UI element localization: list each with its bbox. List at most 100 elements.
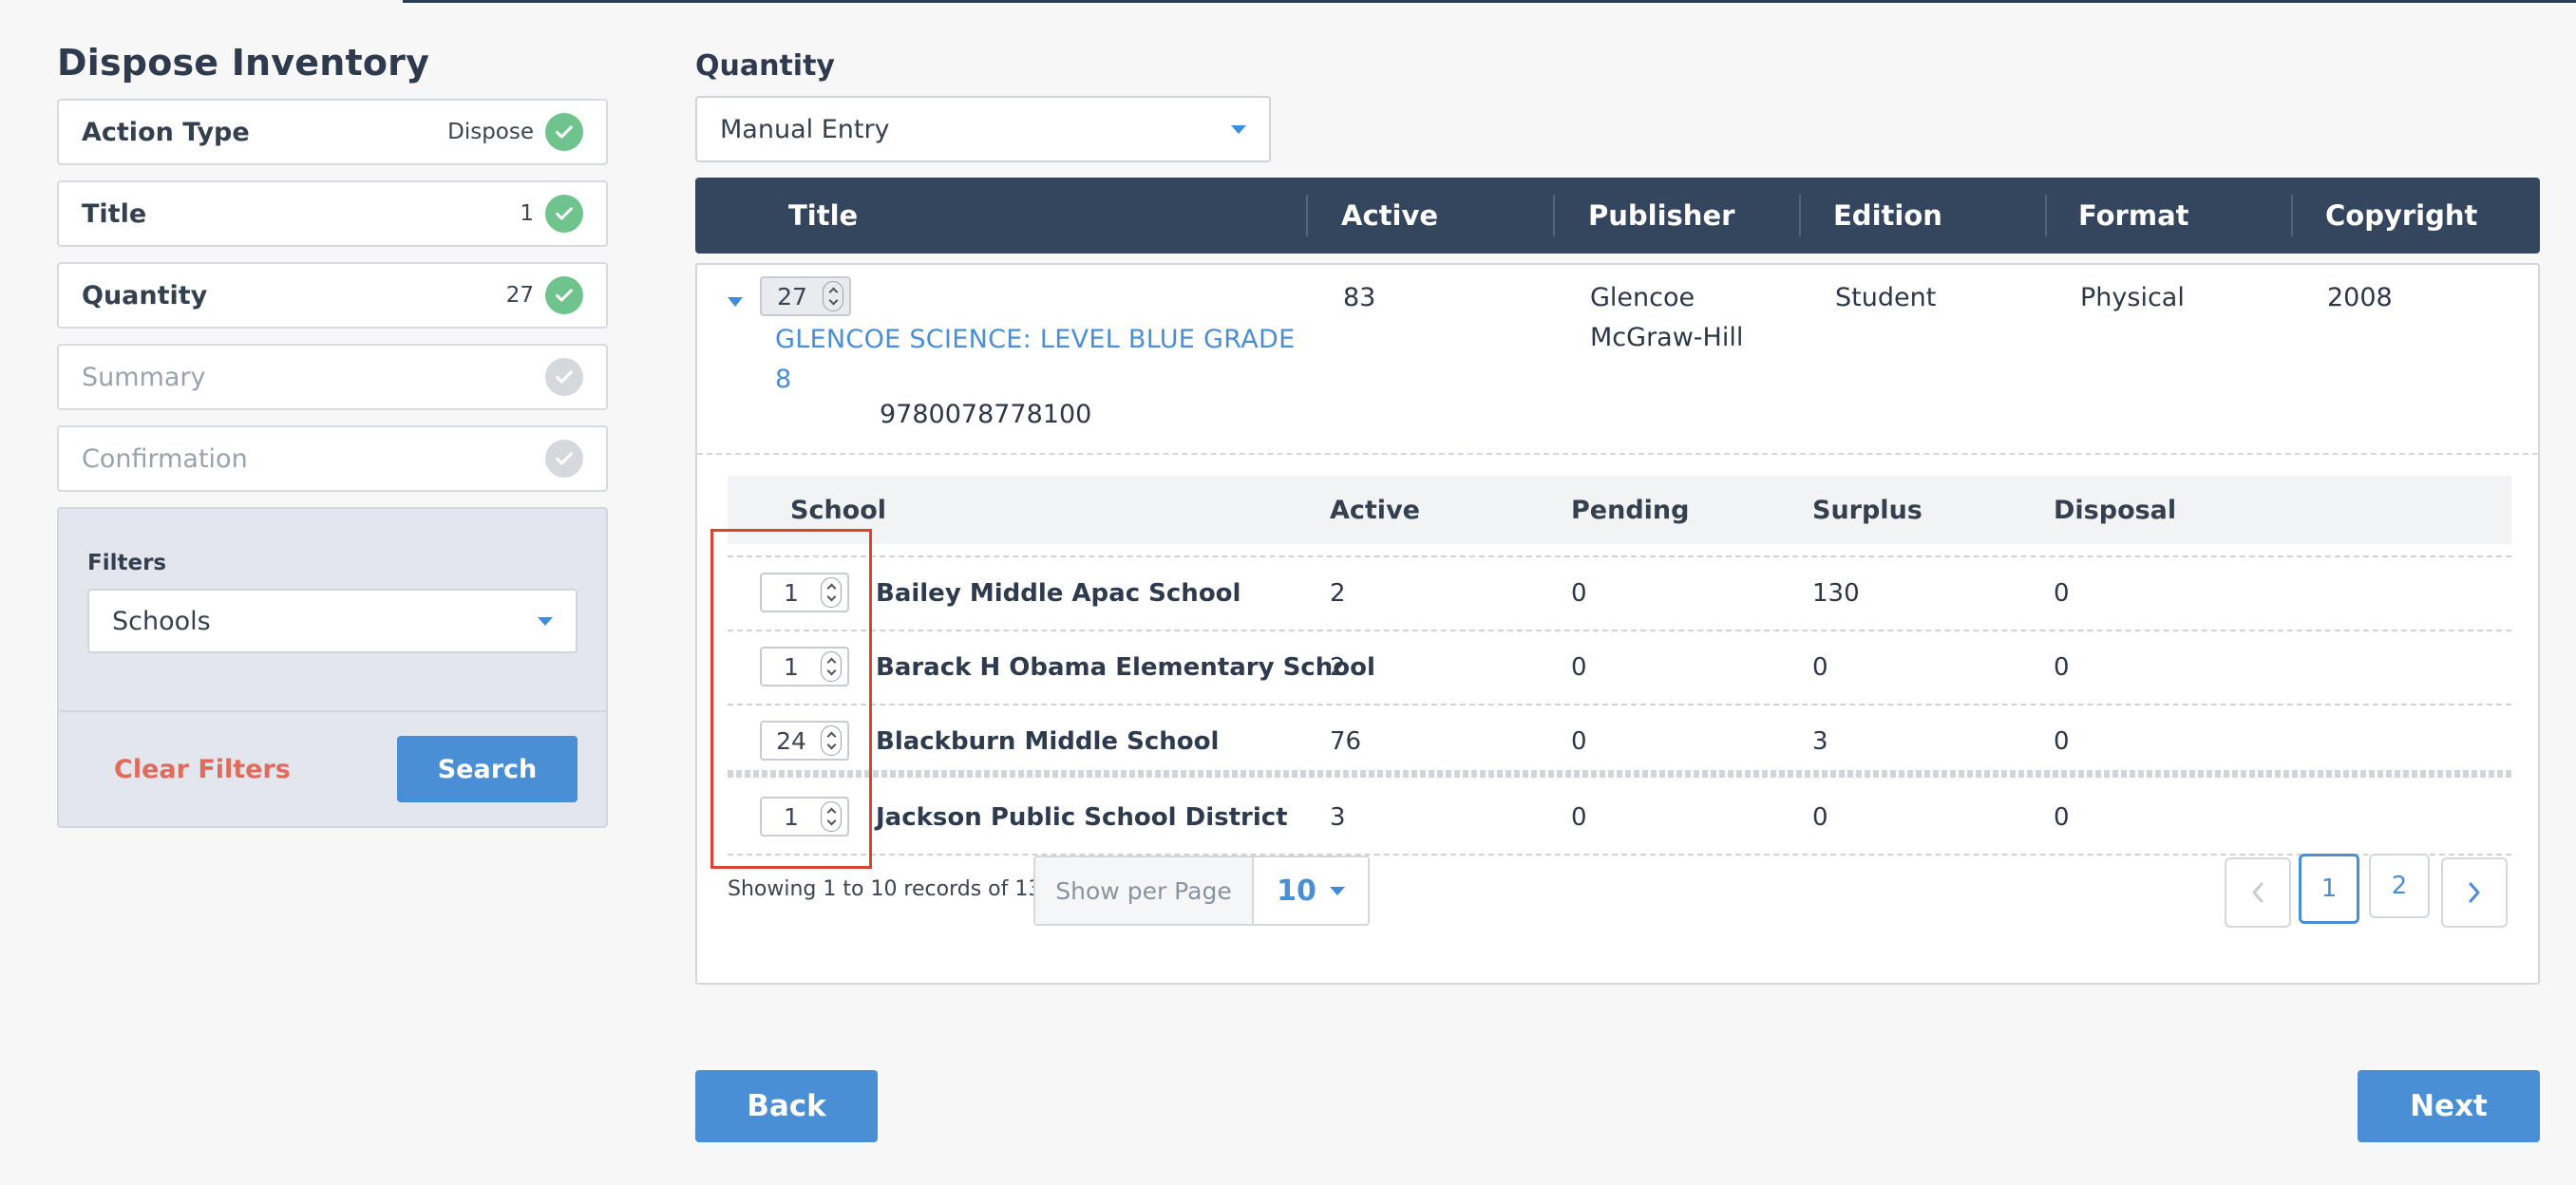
search-button[interactable]: Search xyxy=(397,736,578,802)
step-summary: Summary xyxy=(57,344,608,410)
school-surplus: 0 xyxy=(1812,803,1828,832)
filter-select[interactable]: Schools xyxy=(87,589,578,653)
col-header-edition[interactable]: Edition xyxy=(1833,178,1942,254)
school-active: 3 xyxy=(1330,803,1346,832)
caret-down-icon xyxy=(1231,124,1246,134)
back-button[interactable]: Back xyxy=(695,1070,878,1142)
page-button-2[interactable]: 2 xyxy=(2369,854,2430,918)
school-name: Blackburn Middle School xyxy=(876,727,1220,756)
title-table-body: 27 GLENCOE SCIENCE: LEVEL BLUE GRADE 8 9… xyxy=(695,263,2540,985)
highlight-box xyxy=(710,529,872,869)
row-divider xyxy=(728,770,2511,778)
title-edition: Student xyxy=(1835,283,1937,312)
title-publisher: Glencoe McGraw-Hill xyxy=(1590,283,1744,352)
prev-page-button[interactable] xyxy=(2225,857,2291,928)
quantity-mode-select[interactable]: Manual Entry xyxy=(695,96,1271,162)
school-active: 76 xyxy=(1330,727,1362,756)
col-separator xyxy=(2291,195,2293,236)
page-button-1[interactable]: 1 xyxy=(2299,854,2359,924)
check-icon xyxy=(545,276,583,314)
school-pending: 0 xyxy=(1571,579,1587,608)
sub-col-school: School xyxy=(790,495,887,525)
check-icon xyxy=(545,113,583,151)
col-header-active[interactable]: Active xyxy=(1341,178,1438,254)
school-surplus: 0 xyxy=(1812,653,1828,682)
col-header-copyright[interactable]: Copyright xyxy=(2325,178,2477,254)
expand-caret-icon[interactable] xyxy=(728,297,743,307)
step-value: 1 xyxy=(520,201,534,226)
quantity-label: Quantity xyxy=(695,49,835,83)
chevron-left-icon xyxy=(2252,882,2263,903)
clear-filters-link[interactable]: Clear Filters xyxy=(114,755,291,784)
school-disposal: 0 xyxy=(2054,653,2070,682)
sub-col-disposal: Disposal xyxy=(2054,495,2177,525)
step-value: Dispose xyxy=(447,120,534,144)
caret-down-icon xyxy=(1329,886,1345,895)
table-row: 27 GLENCOE SCIENCE: LEVEL BLUE GRADE 8 9… xyxy=(697,265,2538,455)
stepper-arrows-icon[interactable] xyxy=(823,281,843,311)
filter-select-value: Schools xyxy=(112,606,211,636)
title-format: Physical xyxy=(2080,283,2185,312)
school-disposal: 0 xyxy=(2054,803,2070,832)
table-header: Title Active Publisher Edition Format Co… xyxy=(695,178,2540,254)
sub-col-pending: Pending xyxy=(1571,495,1690,525)
quantity-mode-value: Manual Entry xyxy=(720,114,890,144)
sub-col-surplus: Surplus xyxy=(1812,495,1923,525)
col-separator xyxy=(1799,195,1801,236)
title-copyright: 2008 xyxy=(2327,283,2393,312)
col-separator xyxy=(1306,195,1308,236)
next-page-button[interactable] xyxy=(2441,857,2508,928)
school-surplus: 3 xyxy=(1812,727,1828,756)
step-label: Title xyxy=(82,198,147,229)
chevron-right-icon xyxy=(2469,882,2480,903)
per-page-selector[interactable]: Show per Page 10 xyxy=(1033,856,1370,926)
check-icon xyxy=(545,195,583,233)
school-disposal: 0 xyxy=(2054,727,2070,756)
school-surplus: 130 xyxy=(1812,579,1860,608)
table-row: 24 Blackburn Middle School 76 0 3 0 xyxy=(728,704,2511,778)
top-accent-bar xyxy=(403,0,2576,3)
title-active: 83 xyxy=(1343,283,1376,312)
table-row: 1 Barack H Obama Elementary School 2 0 0… xyxy=(728,630,2511,704)
school-pending: 0 xyxy=(1571,727,1587,756)
isbn: 9780078778100 xyxy=(880,400,1092,429)
step-action-type[interactable]: Action Type Dispose xyxy=(57,99,608,165)
filters-label: Filters xyxy=(87,551,167,575)
step-label: Quantity xyxy=(82,280,208,310)
step-value: 27 xyxy=(505,283,534,308)
sub-col-active: Active xyxy=(1330,495,1420,525)
school-active: 2 xyxy=(1330,579,1346,608)
main-content: Quantity Manual Entry Title Active Publi… xyxy=(695,49,2540,985)
book-title-link[interactable]: GLENCOE SCIENCE: LEVEL BLUE GRADE 8 xyxy=(775,320,1307,400)
step-label: Action Type xyxy=(82,117,250,147)
col-header-format[interactable]: Format xyxy=(2078,178,2189,254)
title-quantity-stepper[interactable]: 27 xyxy=(760,276,851,316)
col-separator xyxy=(1553,195,1555,236)
col-separator xyxy=(2045,195,2047,236)
check-icon xyxy=(545,440,583,478)
records-summary: Showing 1 to 10 records of 13 xyxy=(728,877,1042,901)
table-row: 1 Jackson Public School District 3 0 0 0 xyxy=(728,781,2511,856)
per-page-value: 10 xyxy=(1277,874,1316,908)
page-title: Dispose Inventory xyxy=(57,42,430,84)
caret-down-icon xyxy=(538,616,553,626)
step-confirmation: Confirmation xyxy=(57,425,608,492)
step-label: Confirmation xyxy=(82,443,248,474)
per-page-label: Show per Page xyxy=(1035,857,1254,924)
col-header-publisher[interactable]: Publisher xyxy=(1588,178,1734,254)
check-icon xyxy=(545,358,583,396)
per-page-value-dropdown[interactable]: 10 xyxy=(1254,857,1368,924)
stepper-value: 27 xyxy=(777,282,807,310)
col-header-title[interactable]: Title xyxy=(788,178,858,254)
next-button[interactable]: Next xyxy=(2358,1070,2540,1142)
school-name: Bailey Middle Apac School xyxy=(876,579,1241,608)
sidebar: Dispose Inventory Action Type Dispose Ti… xyxy=(57,42,608,828)
school-table-header: School Active Pending Surplus Disposal xyxy=(728,476,2511,544)
school-pending: 0 xyxy=(1571,803,1587,832)
school-name: Jackson Public School District xyxy=(876,803,1288,832)
school-pending: 0 xyxy=(1571,653,1587,682)
step-title[interactable]: Title 1 xyxy=(57,180,608,247)
step-label: Summary xyxy=(82,362,206,392)
filters-panel: Filters Schools Clear Filters Search xyxy=(57,507,608,828)
step-quantity[interactable]: Quantity 27 xyxy=(57,262,608,329)
